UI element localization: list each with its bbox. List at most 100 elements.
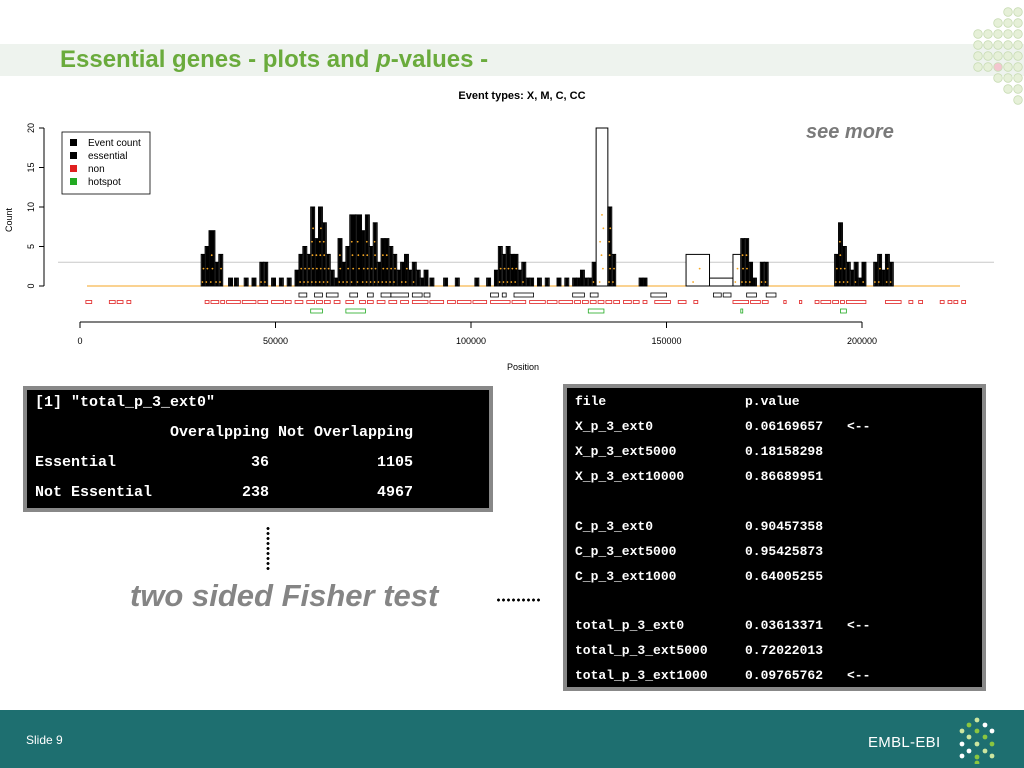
- event-point: [854, 281, 857, 283]
- legend-label: essential: [88, 151, 127, 162]
- y-tick-label: 20: [26, 123, 36, 133]
- event-point: [338, 254, 341, 257]
- event-point: [366, 267, 369, 270]
- file-cell: total_p_3_ext0: [575, 618, 685, 633]
- event-point: [506, 281, 509, 283]
- event-point: [838, 281, 841, 283]
- event-point: [381, 281, 384, 283]
- non-interval: [400, 300, 409, 304]
- non-interval: [814, 300, 820, 304]
- decor-dot: [983, 62, 993, 72]
- decor-dot: [1013, 29, 1023, 39]
- legend-swatch: [70, 165, 77, 172]
- essential-interval: [713, 292, 722, 298]
- event-point: [358, 267, 360, 270]
- event-point: [601, 214, 603, 216]
- essential-interval: [366, 292, 374, 298]
- decor-dot: [983, 51, 993, 61]
- file-cell: C_p_3_ext0: [575, 519, 654, 534]
- event-point: [382, 267, 385, 270]
- logo-dot: [959, 753, 965, 759]
- non-interval: [323, 300, 331, 304]
- non-interval: [732, 300, 750, 304]
- event-count-bar-fill: [287, 278, 291, 286]
- event-point: [879, 267, 881, 270]
- decor-dot: [1013, 40, 1023, 50]
- legend-label: hotspot: [88, 177, 121, 188]
- decor-dot: [983, 40, 993, 50]
- non-interval: [605, 300, 613, 304]
- essential-interval: [314, 292, 323, 298]
- event-point: [389, 281, 391, 283]
- event-point: [319, 254, 322, 257]
- logo-dot: [974, 754, 980, 760]
- event-point: [211, 267, 214, 270]
- event-count-bar-fill: [639, 278, 643, 286]
- event-point: [311, 240, 313, 243]
- event-point: [318, 281, 321, 283]
- logo-dot: [974, 728, 980, 734]
- non-interval: [257, 300, 269, 304]
- event-count-bar-fill: [252, 278, 256, 286]
- event-point: [613, 267, 615, 270]
- event-point: [374, 267, 377, 270]
- event-point: [846, 281, 849, 283]
- event-point: [260, 281, 262, 283]
- event-point: [886, 267, 889, 270]
- decor-dot: [1013, 18, 1023, 28]
- event-count-bar-fill: [545, 278, 549, 286]
- decor-dot: [1013, 95, 1023, 105]
- event-count-bar-fill: [205, 246, 209, 286]
- non-interval: [546, 300, 558, 304]
- decor-dot: [1003, 18, 1013, 28]
- event-point: [350, 281, 353, 283]
- event-point: [503, 267, 506, 270]
- event-count-bar-fill: [295, 270, 299, 286]
- event-point: [834, 281, 837, 283]
- non-interval: [761, 300, 769, 304]
- decor-dot: [993, 29, 1003, 39]
- event-point: [511, 267, 514, 270]
- event-point: [362, 254, 365, 257]
- x-tick-label: 150000: [651, 336, 681, 346]
- event-point: [350, 240, 353, 243]
- pvalue-console: file p.value X_p_3_ext0 0.06169657 <-- X…: [563, 384, 986, 691]
- decor-dot: [1003, 40, 1013, 50]
- decor-dot: [973, 51, 983, 61]
- marker-cell: <--: [847, 419, 871, 434]
- essential-interval: [501, 292, 507, 298]
- y-tick-label: 10: [26, 202, 36, 212]
- event-count-bar-fill: [530, 278, 534, 286]
- logo-dot: [974, 760, 980, 764]
- non-interval: [832, 300, 839, 304]
- fisher-test-label: two sided Fisher test: [130, 578, 439, 613]
- event-count-bar-fill: [850, 270, 854, 286]
- event-point: [205, 281, 208, 283]
- event-point: [351, 254, 354, 257]
- event-point: [592, 281, 595, 283]
- event-count-bar-fill: [537, 278, 541, 286]
- event-point: [498, 281, 501, 283]
- non-interval: [204, 300, 210, 304]
- event-count-bar-fill: [381, 238, 385, 286]
- event-point: [323, 267, 326, 270]
- event-point: [377, 281, 380, 283]
- event-count-bar-fill: [745, 238, 749, 286]
- essential-interval: [722, 292, 732, 298]
- event-point: [744, 281, 747, 283]
- event-point: [600, 254, 603, 257]
- logo-dot: [982, 734, 988, 740]
- event-point: [838, 240, 841, 243]
- see-more-link[interactable]: see more: [806, 121, 894, 144]
- event-count-bar-fill: [244, 278, 248, 286]
- event-point: [312, 267, 314, 270]
- event-point: [734, 281, 737, 283]
- slide-number: Slide 9: [26, 733, 63, 747]
- event-count-bar-fill: [444, 278, 448, 286]
- non-interval: [376, 300, 386, 304]
- non-interval: [316, 300, 323, 304]
- non-interval: [820, 300, 832, 304]
- event-point: [323, 254, 326, 257]
- logo-dot: [974, 741, 980, 747]
- event-point: [507, 267, 510, 270]
